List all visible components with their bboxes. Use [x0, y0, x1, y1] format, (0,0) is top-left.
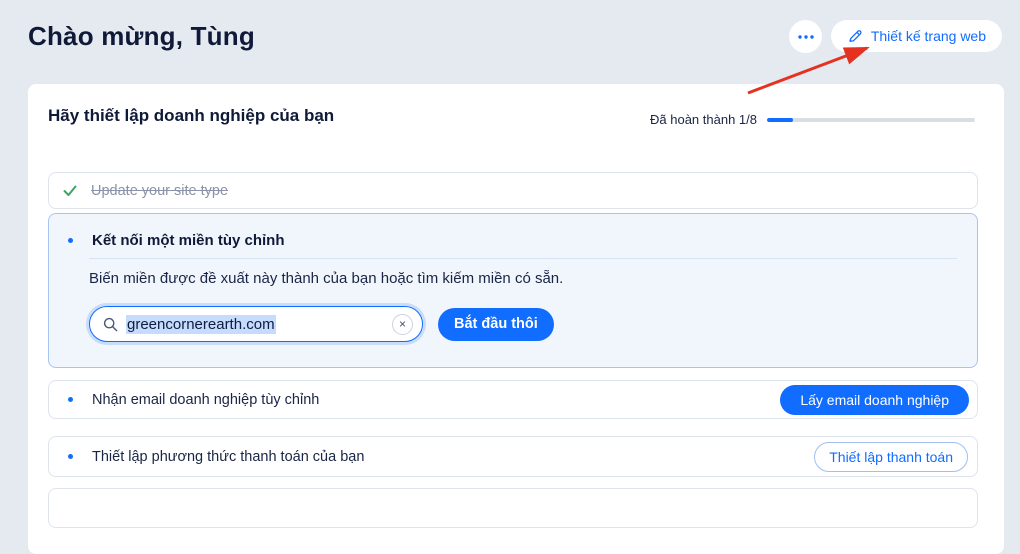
- bullet-icon: [68, 454, 73, 459]
- more-options-button[interactable]: [789, 20, 822, 53]
- get-business-email-button[interactable]: Lấy email doanh nghiệp: [780, 384, 969, 415]
- divider: [89, 258, 957, 259]
- domain-search-input[interactable]: greencornerearth.com ×: [89, 306, 423, 342]
- task-update-site-type[interactable]: Update your site type: [48, 172, 978, 209]
- setup-progress: Đã hoàn thành 1/8: [650, 112, 975, 127]
- search-icon: [103, 317, 118, 331]
- task-business-email[interactable]: Nhận email doanh nghiệp tùy chỉnh Lấy em…: [48, 380, 978, 419]
- bullet-icon: [68, 238, 73, 243]
- task-connect-domain-header[interactable]: Kết nối một miền tùy chỉnh: [63, 232, 285, 249]
- bullet-icon: [68, 397, 73, 402]
- task-connect-domain: Kết nối một miền tùy chỉnh Biến miền đượ…: [48, 213, 978, 368]
- progress-label: Đã hoàn thành 1/8: [650, 112, 757, 127]
- task-label: Kết nối một miền tùy chỉnh: [92, 232, 285, 249]
- task-description: Biến miền được đề xuất này thành của bạn…: [89, 270, 564, 287]
- ellipsis-icon: [797, 34, 814, 39]
- close-icon: ×: [398, 317, 406, 331]
- setup-title: Hãy thiết lập doanh nghiệp của bạn: [48, 106, 335, 125]
- check-icon: [63, 185, 77, 197]
- progress-bar-fill: [767, 117, 793, 122]
- domain-input-value: greencornerearth.com: [126, 314, 276, 334]
- task-label: Update your site type: [91, 182, 229, 199]
- task-row-partial[interactable]: [48, 488, 978, 528]
- domain-search-row: greencornerearth.com × Bắt đầu thôi: [89, 306, 554, 342]
- task-label: Nhận email doanh nghiệp tùy chỉnh: [92, 391, 320, 408]
- page-title: Chào mừng, Tùng: [28, 21, 255, 51]
- design-site-button[interactable]: Thiết kế trang web: [830, 20, 1002, 52]
- setup-checklist-card: Hãy thiết lập doanh nghiệp của bạn Đã ho…: [28, 84, 1004, 554]
- start-domain-button[interactable]: Bắt đầu thôi: [438, 307, 554, 341]
- task-label: Thiết lập phương thức thanh toán của bạn: [92, 448, 365, 465]
- progress-bar: [767, 117, 975, 122]
- task-setup-payments[interactable]: Thiết lập phương thức thanh toán của bạn…: [48, 436, 978, 477]
- clear-input-button[interactable]: ×: [392, 313, 413, 335]
- design-site-button-label: Thiết kế trang web: [870, 28, 986, 44]
- setup-payments-button[interactable]: Thiết lập thanh toán: [814, 441, 968, 472]
- pencil-icon: [849, 30, 862, 42]
